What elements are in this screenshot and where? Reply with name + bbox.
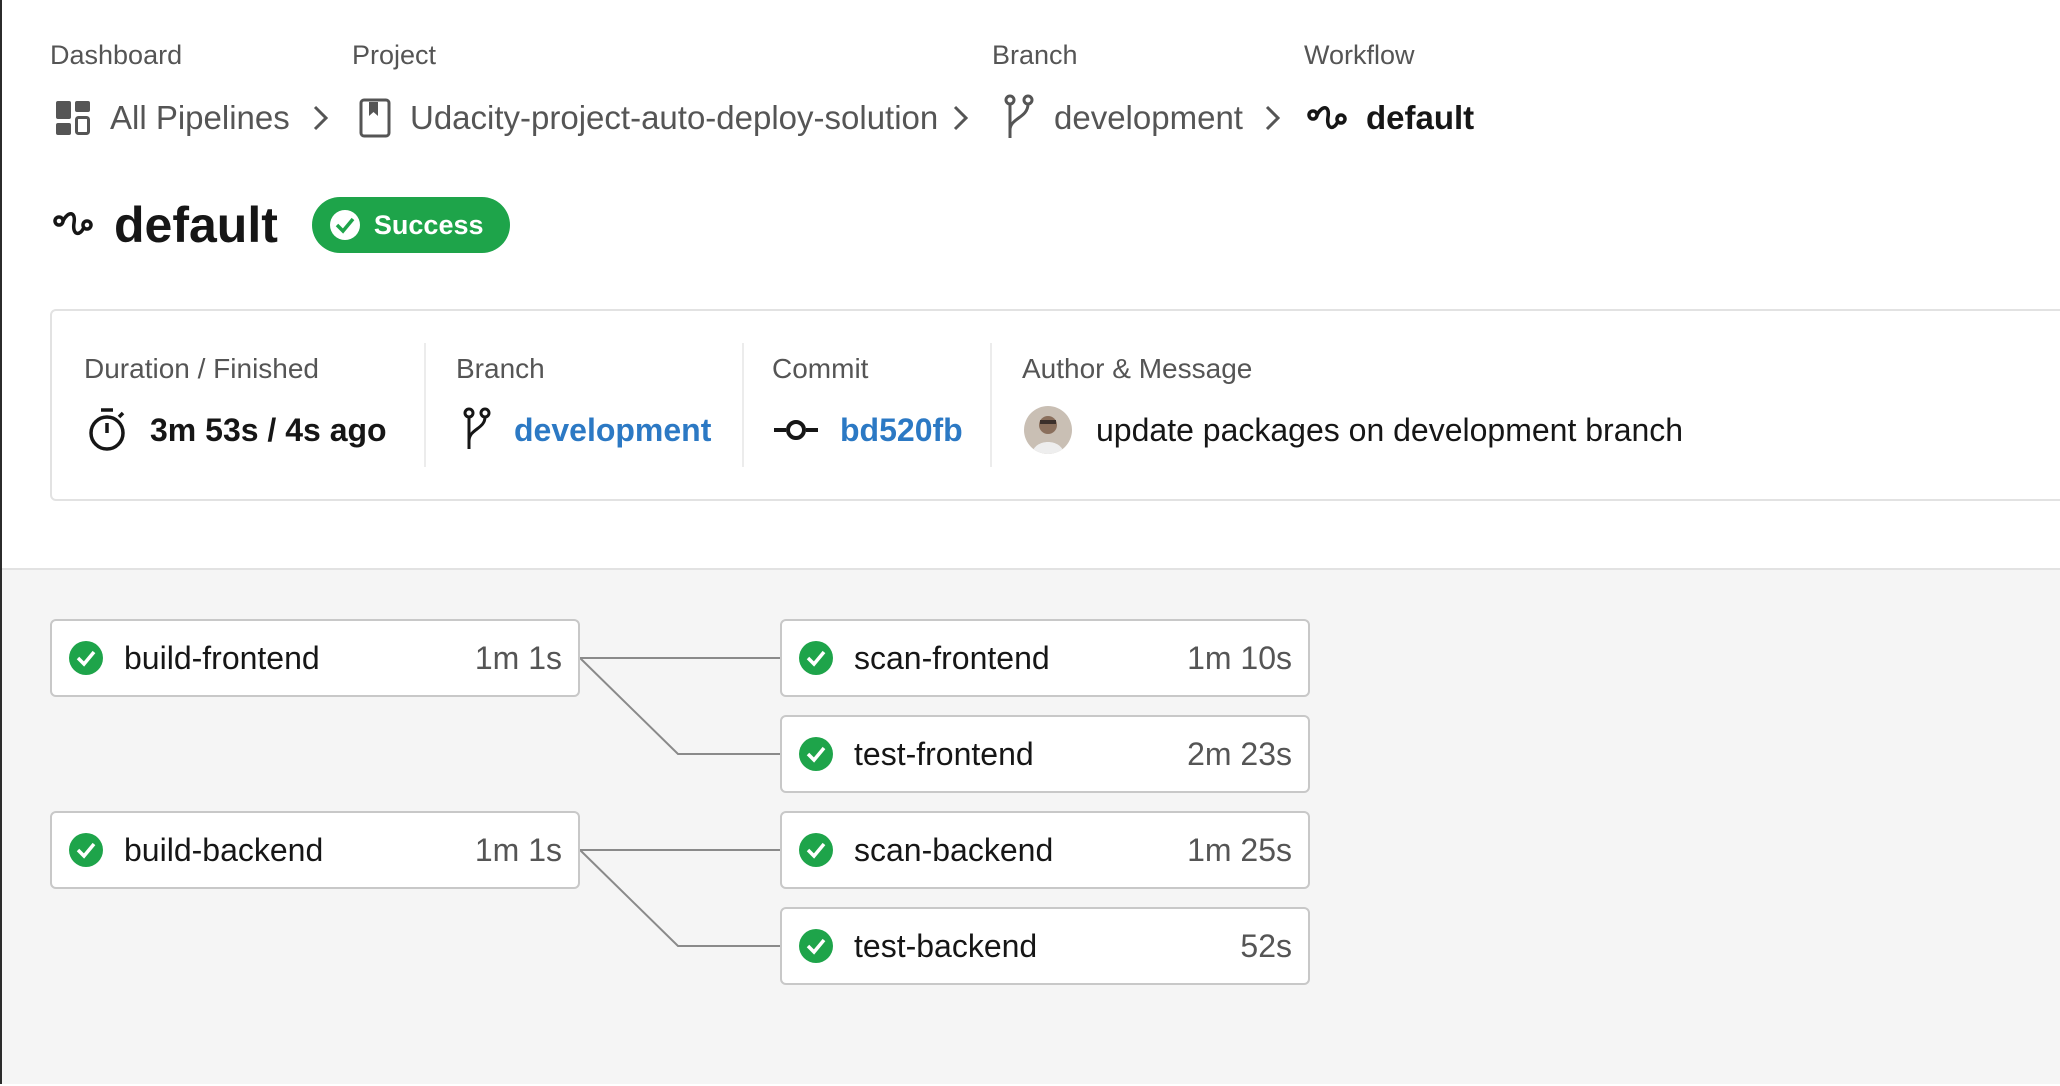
breadcrumb-label-dashboard: Dashboard bbox=[50, 40, 183, 70]
chevron-right-icon bbox=[953, 105, 969, 131]
job-duration: 52s bbox=[1240, 927, 1292, 964]
branch-label: Branch bbox=[456, 353, 545, 384]
summary-author: Author & Message update packages on deve… bbox=[992, 311, 1992, 499]
status-badge-text: Success bbox=[373, 209, 484, 240]
job-name: scan-frontend bbox=[854, 639, 1050, 676]
commit-value: bd520fb bbox=[774, 405, 963, 455]
check-circle-icon bbox=[68, 640, 104, 676]
avatar[interactable] bbox=[1024, 406, 1072, 454]
breadcrumb-item-project[interactable]: Udacity-project-auto-deploy-solution bbox=[358, 93, 938, 143]
check-circle-icon bbox=[798, 640, 834, 676]
chevron-right-icon bbox=[1265, 105, 1281, 131]
bookmark-icon bbox=[358, 98, 392, 138]
job-name: build-backend bbox=[124, 831, 324, 868]
job-test-frontend[interactable]: test-frontend 2m 23s bbox=[780, 715, 1310, 793]
workflow-icon bbox=[52, 209, 94, 241]
job-build-frontend[interactable]: build-frontend 1m 1s bbox=[50, 619, 580, 697]
check-circle-icon bbox=[798, 736, 834, 772]
breadcrumb-item-branch[interactable]: development bbox=[1002, 93, 1243, 143]
job-name: test-backend bbox=[854, 927, 1038, 964]
breadcrumb-branch-text: development bbox=[1054, 99, 1243, 136]
summary-duration: Duration / Finished 3m 53s / 4s ago bbox=[52, 311, 424, 499]
dashboard-icon bbox=[54, 99, 92, 137]
workflow-icon bbox=[1306, 103, 1348, 133]
commit-link[interactable]: bd520fb bbox=[840, 412, 963, 449]
duration-text: 3m 53s / 4s ago bbox=[150, 411, 387, 448]
job-name: scan-backend bbox=[854, 831, 1054, 868]
git-branch-icon bbox=[462, 407, 492, 453]
job-name: build-frontend bbox=[124, 639, 320, 676]
summary-branch: Branch development bbox=[426, 311, 742, 499]
status-badge: Success bbox=[311, 197, 510, 253]
job-scan-frontend[interactable]: scan-frontend 1m 10s bbox=[780, 619, 1310, 697]
breadcrumb-label-branch: Branch bbox=[992, 40, 1078, 70]
job-duration: 1m 10s bbox=[1187, 639, 1292, 676]
chevron-right-icon bbox=[313, 105, 329, 131]
job-build-backend[interactable]: build-backend 1m 1s bbox=[50, 811, 580, 889]
summary-commit: Commit bd520fb bbox=[744, 311, 992, 499]
workflow-summary-card: Duration / Finished 3m 53s / 4s ago Bran… bbox=[50, 309, 2060, 501]
git-branch-icon bbox=[1002, 94, 1036, 142]
breadcrumb-label-project: Project bbox=[352, 40, 437, 70]
breadcrumb-item-dashboard[interactable]: All Pipelines bbox=[54, 93, 290, 143]
author-label: Author & Message bbox=[1022, 353, 1253, 384]
commit-label: Commit bbox=[772, 353, 869, 384]
page-title: default bbox=[114, 197, 278, 253]
duration-label: Duration / Finished bbox=[84, 353, 320, 384]
check-circle-icon bbox=[798, 928, 834, 964]
check-circle-icon bbox=[68, 832, 104, 868]
job-duration: 1m 1s bbox=[474, 639, 562, 676]
git-commit-icon bbox=[774, 418, 818, 442]
author-value: update packages on development branch bbox=[1024, 405, 1683, 455]
check-circle-icon bbox=[328, 208, 362, 242]
breadcrumb-dashboard-text: All Pipelines bbox=[110, 99, 290, 136]
branch-link[interactable]: development bbox=[514, 412, 711, 449]
breadcrumb-label-workflow: Workflow bbox=[1304, 40, 1415, 70]
job-name: test-frontend bbox=[854, 735, 1034, 772]
commit-message: update packages on development branch bbox=[1096, 411, 1684, 448]
job-duration: 2m 23s bbox=[1187, 735, 1292, 772]
job-scan-backend[interactable]: scan-backend 1m 25s bbox=[780, 811, 1310, 889]
job-duration: 1m 25s bbox=[1187, 831, 1292, 868]
stopwatch-icon bbox=[86, 407, 128, 453]
job-duration: 1m 1s bbox=[474, 831, 562, 868]
duration-value: 3m 53s / 4s ago bbox=[86, 405, 387, 455]
breadcrumb-workflow-text: default bbox=[1366, 99, 1475, 136]
breadcrumb-project-text: Udacity-project-auto-deploy-solution bbox=[410, 99, 939, 136]
page-header: default Success bbox=[52, 193, 510, 257]
check-circle-icon bbox=[798, 832, 834, 868]
workflow-graph: build-frontend 1m 1s scan-frontend 1m 10… bbox=[2, 568, 2060, 1084]
job-test-backend[interactable]: test-backend 52s bbox=[780, 907, 1310, 985]
branch-value: development bbox=[462, 405, 711, 455]
breadcrumb-item-workflow[interactable]: default bbox=[1306, 93, 1474, 143]
